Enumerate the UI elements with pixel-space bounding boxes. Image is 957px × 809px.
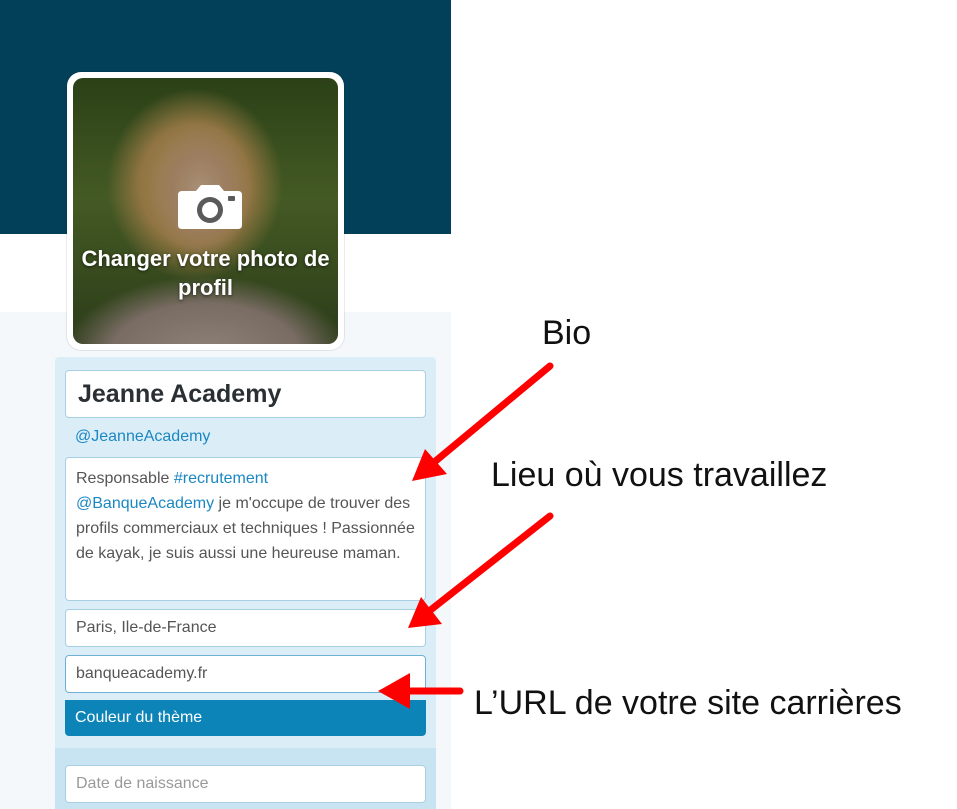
theme-color-button[interactable]: Couleur du thème xyxy=(65,700,426,736)
location-field[interactable]: Paris, Ile-de-France xyxy=(65,609,426,647)
annotation-location: Lieu où vous travaillez xyxy=(491,456,828,494)
bio-field[interactable]: Responsable #recrutement @BanqueAcademy j… xyxy=(65,457,426,601)
bio-mention-link[interactable]: @BanqueAcademy xyxy=(76,495,214,512)
profile-photo[interactable]: Changer votre photo de profil xyxy=(73,78,338,344)
avatar[interactable]: Changer votre photo de profil xyxy=(67,72,344,350)
birthdate-field[interactable]: Date de naissance xyxy=(65,765,426,803)
bio-hashtag-link[interactable]: #recrutement xyxy=(174,470,268,487)
name-field[interactable]: Jeanne Academy xyxy=(65,370,426,418)
bio-text-start: Responsable xyxy=(76,470,174,487)
website-field[interactable]: banqueacademy.fr xyxy=(65,655,426,693)
annotation-url: L’URL de votre site carrières xyxy=(474,684,902,722)
annotation-bio: Bio xyxy=(542,314,592,352)
camera-icon xyxy=(178,185,242,229)
username-handle: @JeanneAcademy xyxy=(75,428,211,445)
change-photo-label[interactable]: Changer votre photo de profil xyxy=(73,244,338,302)
